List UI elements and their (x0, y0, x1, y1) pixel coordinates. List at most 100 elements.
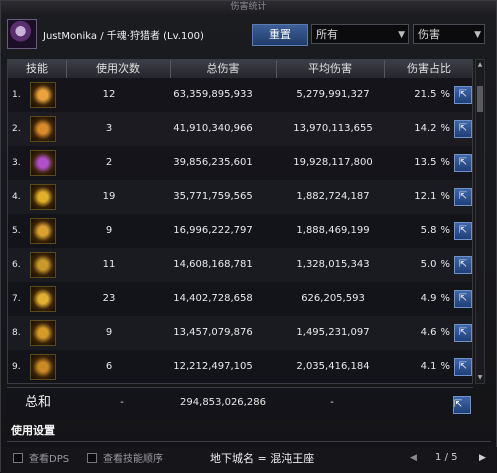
row-rank: 5. (12, 226, 21, 236)
next-page-icon[interactable]: ▶ (479, 453, 486, 463)
percent-sign: % (440, 225, 450, 236)
share-button[interactable]: ⇱ (454, 256, 472, 274)
row-pct-value: 12.1 (414, 191, 437, 202)
summary-row: 总和 - 294,853,026,286 - ⇱ (7, 387, 473, 418)
row-total: 35,771,759,565 (173, 191, 253, 202)
bottom-bar: 查看DPS 查看技能顺序 地下城名 = 混沌王座 ◀ 1 / 5 ▶ (1, 447, 497, 473)
divider (7, 441, 491, 442)
row-avg: 1,328,015,343 (296, 259, 370, 270)
row-pct-value: 21.5 (414, 89, 437, 100)
filter-select-value: 所有 (316, 28, 338, 41)
row-uses: 3 (105, 123, 113, 134)
row-uses: 11 (102, 259, 116, 270)
col-total[interactable]: 总伤害 (170, 60, 277, 78)
row-pct: 12.1% (396, 180, 450, 214)
row-pct-value: 5.8 (420, 225, 437, 236)
row-uses: 19 (102, 191, 116, 202)
table-row: 9. 6 12,212,497,105 2,035,416,184 4.1% ⇱ (8, 350, 472, 383)
damage-stats-window: 伤害统计 JustMonika / 千魂·狩猎者 (Lv.100) 重置 所有 … (0, 0, 497, 473)
metric-select-value: 伤害 (418, 28, 440, 41)
skill-icon-blades (30, 218, 56, 244)
row-avg: 5,279,991,327 (296, 89, 370, 100)
share-button[interactable]: ⇱ (454, 86, 472, 104)
metric-select[interactable]: 伤害 ▼ (413, 24, 485, 44)
col-pct[interactable]: 伤害占比 (384, 60, 472, 78)
skill-icon-wave (30, 184, 56, 210)
player-avatar (7, 19, 37, 49)
player-level: (Lv.100) (163, 31, 204, 42)
row-avg: 19,928,117,800 (293, 157, 373, 168)
page-sep: / (444, 452, 448, 463)
row-rank: 1. (12, 90, 21, 100)
row-avg: 1,882,724,187 (296, 191, 370, 202)
table-row: 4. 19 35,771,759,565 1,882,724,187 12.1% ⇱ (8, 180, 472, 214)
share-button[interactable]: ⇱ (454, 120, 472, 138)
prev-page-icon[interactable]: ◀ (410, 453, 417, 463)
row-avg: 2,035,416,184 (296, 361, 370, 372)
view-order-checkbox[interactable] (87, 453, 97, 463)
percent-sign: % (440, 259, 450, 270)
page-current: 1 (435, 452, 442, 463)
table-row: 5. 9 16,996,222,797 1,888,469,199 5.8% ⇱ (8, 214, 472, 248)
summary-avg: - (330, 397, 334, 408)
percent-sign: % (440, 89, 450, 100)
skill-icon-slash (30, 150, 56, 176)
row-total: 12,212,497,105 (173, 361, 253, 372)
row-pct-value: 14.2 (414, 123, 437, 134)
row-pct-value: 4.9 (420, 293, 437, 304)
row-rank: 8. (12, 328, 21, 338)
share-button[interactable]: ⇱ (454, 188, 472, 206)
row-total: 16,996,222,797 (173, 225, 253, 236)
row-pct: 5.8% (396, 214, 450, 248)
row-avg: 1,495,231,097 (296, 327, 370, 338)
dungeon-name: 地下城名 = 混沌王座 (210, 452, 315, 465)
row-pct-value: 4.1 (420, 361, 437, 372)
row-pct: 5.0% (396, 248, 450, 282)
row-pct: 4.1% (396, 350, 450, 383)
table-row: 8. 9 13,457,079,876 1,495,231,097 4.6% ⇱ (8, 316, 472, 350)
skill-icon-totem (30, 252, 56, 278)
table-row: 2. 3 41,910,340,966 13,970,113,655 14.2% ⇱ (8, 112, 472, 146)
page-indicator: 1 / 5 (435, 452, 458, 463)
share-button[interactable]: ⇱ (454, 222, 472, 240)
row-total: 39,856,235,601 (173, 157, 253, 168)
scroll-down-icon[interactable]: ▼ (476, 373, 484, 383)
row-uses: 9 (105, 225, 113, 236)
view-dps-checkbox[interactable] (13, 453, 23, 463)
share-button[interactable]: ⇱ (454, 290, 472, 308)
percent-sign: % (440, 361, 450, 372)
share-button[interactable]: ⇱ (454, 358, 472, 376)
row-avg: 13,970,113,655 (293, 123, 373, 134)
class-name: 千魂·狩猎者 (106, 31, 160, 42)
reset-button[interactable]: 重置 (252, 24, 308, 46)
header-bar: JustMonika / 千魂·狩猎者 (Lv.100) 重置 所有 ▼ 伤害 … (5, 19, 493, 51)
row-total: 13,457,079,876 (173, 327, 253, 338)
row-pct-value: 4.6 (420, 327, 437, 338)
percent-sign: % (440, 191, 450, 202)
col-skill[interactable]: 技能 (8, 60, 67, 78)
share-button[interactable]: ⇱ (454, 324, 472, 342)
table-row: 1. 12 63,359,895,933 5,279,991,327 21.5% ⇱ (8, 78, 472, 112)
scroll-thumb[interactable] (477, 86, 483, 112)
col-avg[interactable]: 平均伤害 (276, 60, 385, 78)
row-rank: 7. (12, 294, 21, 304)
summary-share-button[interactable]: ⇱ (453, 396, 471, 414)
share-button[interactable]: ⇱ (454, 154, 472, 172)
table-scrollbar[interactable]: ▲ ▼ (475, 59, 485, 384)
row-pct-value: 13.5 (414, 157, 437, 168)
row-rank: 9. (12, 362, 21, 372)
player-info: JustMonika / 千魂·狩猎者 (Lv.100) (43, 27, 204, 42)
row-pct-value: 5.0 (420, 259, 437, 270)
table-row: 6. 11 14,608,168,781 1,328,015,343 5.0% ⇱ (8, 248, 472, 282)
filter-select[interactable]: 所有 ▼ (311, 24, 409, 44)
row-uses: 23 (102, 293, 116, 304)
row-rank: 3. (12, 158, 21, 168)
view-dps-label: 查看DPS (29, 454, 70, 465)
view-order-label: 查看技能顺序 (103, 454, 163, 465)
skill-icon-wings (30, 320, 56, 346)
scroll-up-icon[interactable]: ▲ (476, 60, 484, 70)
col-uses[interactable]: 使用次数 (66, 60, 171, 78)
chevron-down-icon: ▼ (474, 30, 481, 40)
skill-icon-arc (30, 286, 56, 312)
summary-uses: - (120, 397, 124, 408)
